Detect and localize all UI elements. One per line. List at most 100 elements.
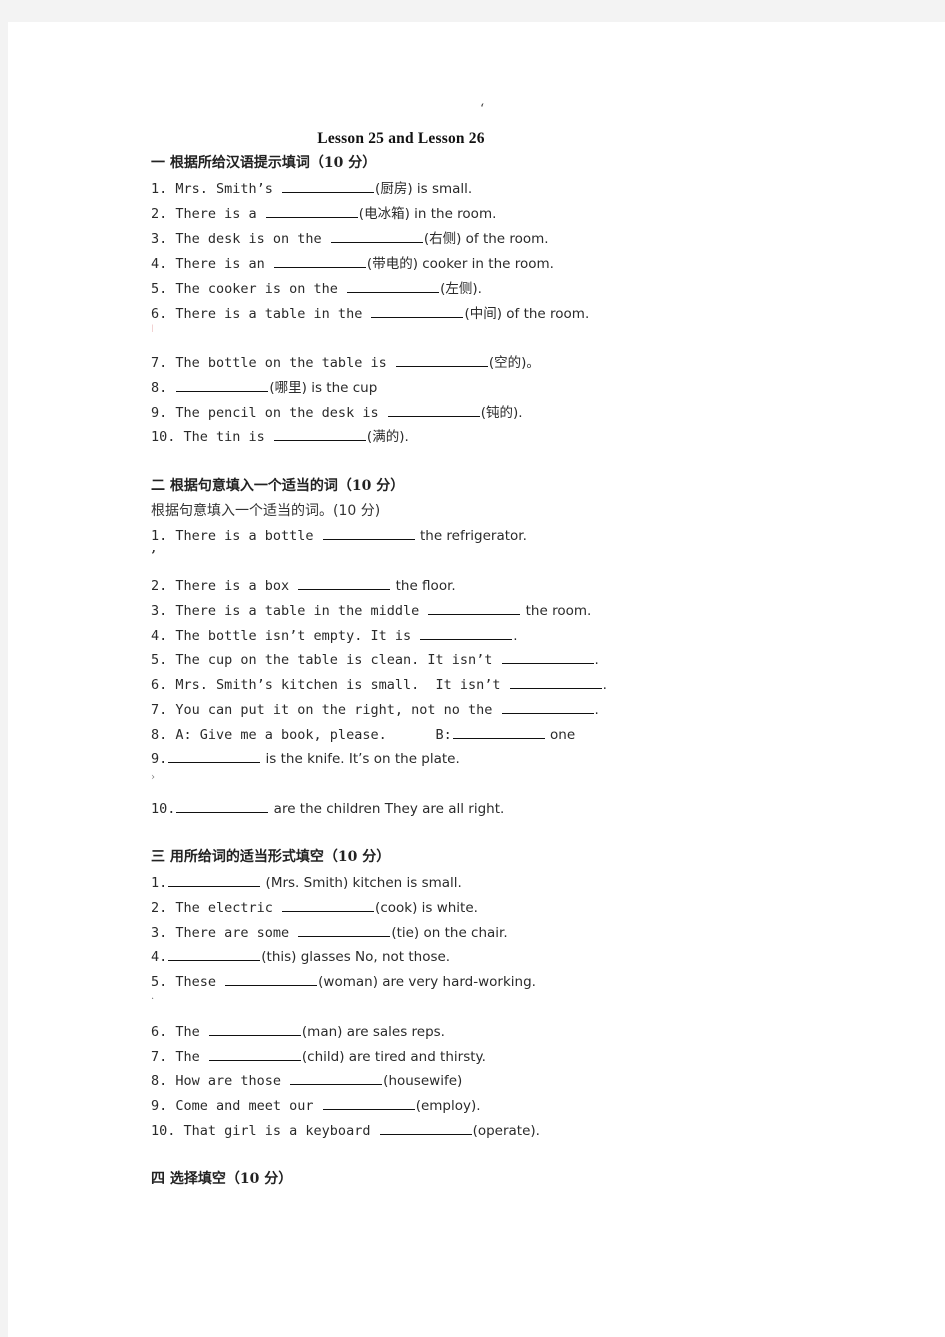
question-line: 5. The cooker is on the (左侧). (151, 278, 482, 298)
question-text-after: (右侧) of the room. (423, 231, 549, 247)
question-line: 6. Mrs. Smith’s kitchen is small. It isn… (151, 674, 607, 694)
answer-blank[interactable] (395, 352, 488, 367)
question-line: 3. There is a table in the middle the ro… (151, 600, 591, 620)
question-text-after: (中间) of the room. (464, 306, 590, 322)
question-text-before: 1. (151, 875, 168, 891)
question-text-after: (man) are sales reps. (301, 1024, 445, 1040)
question-text-after: (哪里) is the cup (269, 380, 378, 396)
document-page: ‘ Lesson 25 and Lesson 26 一 根据所给汉语提示填词（1… (8, 22, 945, 1337)
question-text-after: (woman) are very hard-working. (318, 974, 536, 990)
stray-mark: ‘ (480, 102, 485, 117)
answer-blank[interactable] (282, 897, 375, 912)
question-line: 8. A: Give me a book, please. B: one (151, 724, 575, 744)
question-line: 10. The tin is (满的). (151, 426, 409, 446)
question-text-after: the floor. (391, 578, 456, 594)
question-line: 1. (Mrs. Smith) kitchen is small. (151, 872, 462, 892)
answer-blank[interactable] (176, 377, 269, 392)
question-text-after: (钝的). (480, 405, 523, 421)
answer-blank[interactable] (290, 1070, 383, 1085)
question-text-before: 3. There are some (151, 925, 298, 941)
question-line: 7. The (child) are tired and thirsty. (151, 1046, 486, 1066)
answer-blank[interactable] (501, 699, 594, 714)
answer-blank[interactable] (298, 922, 391, 937)
question-line: 6. The (man) are sales reps. (151, 1021, 445, 1041)
question-text-after: (cook) is white. (375, 900, 478, 916)
question-text-after: (tie) on the chair. (391, 925, 508, 941)
answer-blank[interactable] (322, 1095, 415, 1110)
answer-blank[interactable] (387, 402, 480, 417)
question-line: 3. There are some (tie) on the chair. (151, 922, 508, 942)
question-text-before: 4. There is an (151, 256, 273, 272)
question-text-after: . (513, 628, 518, 644)
answer-blank[interactable] (509, 674, 602, 689)
question-line: 8. (哪里) is the cup (151, 377, 377, 397)
question-line: 5. The cup on the table is clean. It isn… (151, 649, 599, 669)
question-line: 4. There is an (带电的) cooker in the room. (151, 253, 554, 273)
answer-blank[interactable] (168, 872, 261, 887)
answer-blank[interactable] (208, 1021, 301, 1036)
answer-blank[interactable] (452, 724, 545, 739)
question-line: 5. These (woman) are very hard-working. (151, 971, 536, 991)
question-text-before: 9. The pencil on the desk is (151, 405, 387, 421)
question-text-before: 5. These (151, 974, 225, 990)
answer-blank[interactable] (225, 971, 318, 986)
question-text-before: 10. That girl is a keyboard (151, 1123, 379, 1139)
question-line: 9. Come and meet our (employ). (151, 1095, 481, 1115)
answer-blank[interactable] (371, 303, 464, 318)
question-line: 1. Mrs. Smith’s (厨房) is small. (151, 178, 472, 198)
answer-blank[interactable] (273, 426, 366, 441)
question-line: 2. There is a box the floor. (151, 575, 456, 595)
question-text-after: (child) are tired and thirsty. (301, 1049, 486, 1065)
question-text-before: 6. There is a table in the (151, 306, 371, 322)
question-text-before: 8. How are those (151, 1073, 290, 1089)
question-line: 10. That girl is a keyboard (operate). (151, 1120, 540, 1140)
question-line: 8. How are those (housewife) (151, 1070, 462, 1090)
question-text-before: 8. A: Give me a book, please. B: (151, 727, 452, 743)
answer-blank[interactable] (347, 278, 440, 293)
question-text-after: (operate). (472, 1123, 540, 1139)
question-text-after: (空的)。 (488, 355, 540, 371)
question-text-before: 9. (151, 751, 168, 767)
question-text-after: (电冰箱) in the room. (358, 206, 497, 222)
question-text-before: 2. There is a (151, 206, 265, 222)
answer-blank[interactable] (265, 203, 358, 218)
stray-mark: · (151, 994, 155, 1005)
answer-blank[interactable] (168, 748, 261, 763)
question-text-before: 10. (151, 801, 176, 817)
answer-blank[interactable] (282, 178, 375, 193)
answer-blank[interactable] (273, 253, 366, 268)
question-line: 3. The desk is on the (右侧) of the room. (151, 228, 549, 248)
question-text-before: 1. Mrs. Smith’s (151, 181, 282, 197)
question-text-before: 9. Come and meet our (151, 1098, 322, 1114)
answer-blank[interactable] (322, 525, 415, 540)
section-3-heading: 三 用所给词的适当形式填空（10 分） (151, 849, 391, 865)
question-text-before: 7. You can put it on the right, not no t… (151, 702, 501, 718)
answer-blank[interactable] (501, 649, 594, 664)
answer-blank[interactable] (168, 946, 261, 961)
stray-mark: › (151, 772, 155, 783)
section-2-heading: 二 根据句意填入一个适当的词（10 分） (151, 478, 405, 494)
question-text-after: are the children They are all right. (269, 801, 505, 817)
question-text-before: 4. The bottle isn’t empty. It is (151, 628, 420, 644)
question-text-before: 7. The bottle on the table is (151, 355, 395, 371)
question-text-before: 1. There is a bottle (151, 528, 322, 544)
question-text-after: one (545, 727, 576, 743)
section-2-subheading: 根据句意填入一个适当的词。(10 分) (151, 503, 381, 519)
question-text-before: 4. (151, 949, 168, 965)
answer-blank[interactable] (176, 798, 269, 813)
question-text-before: 7. The (151, 1049, 208, 1065)
question-line: 2. The electric (cook) is white. (151, 897, 478, 917)
question-text-after: the refrigerator. (415, 528, 527, 544)
answer-blank[interactable] (428, 600, 521, 615)
answer-blank[interactable] (420, 625, 513, 640)
answer-blank[interactable] (330, 228, 423, 243)
question-text-before: 6. The (151, 1024, 208, 1040)
question-text-after: (employ). (415, 1098, 481, 1114)
question-text-after: . (594, 652, 599, 668)
answer-blank[interactable] (208, 1046, 301, 1061)
answer-blank[interactable] (298, 575, 391, 590)
question-line: 10. are the children They are all right. (151, 798, 504, 818)
answer-blank[interactable] (379, 1120, 472, 1135)
question-text-before: 5. The cooker is on the (151, 281, 347, 297)
question-text-after: the room. (521, 603, 592, 619)
